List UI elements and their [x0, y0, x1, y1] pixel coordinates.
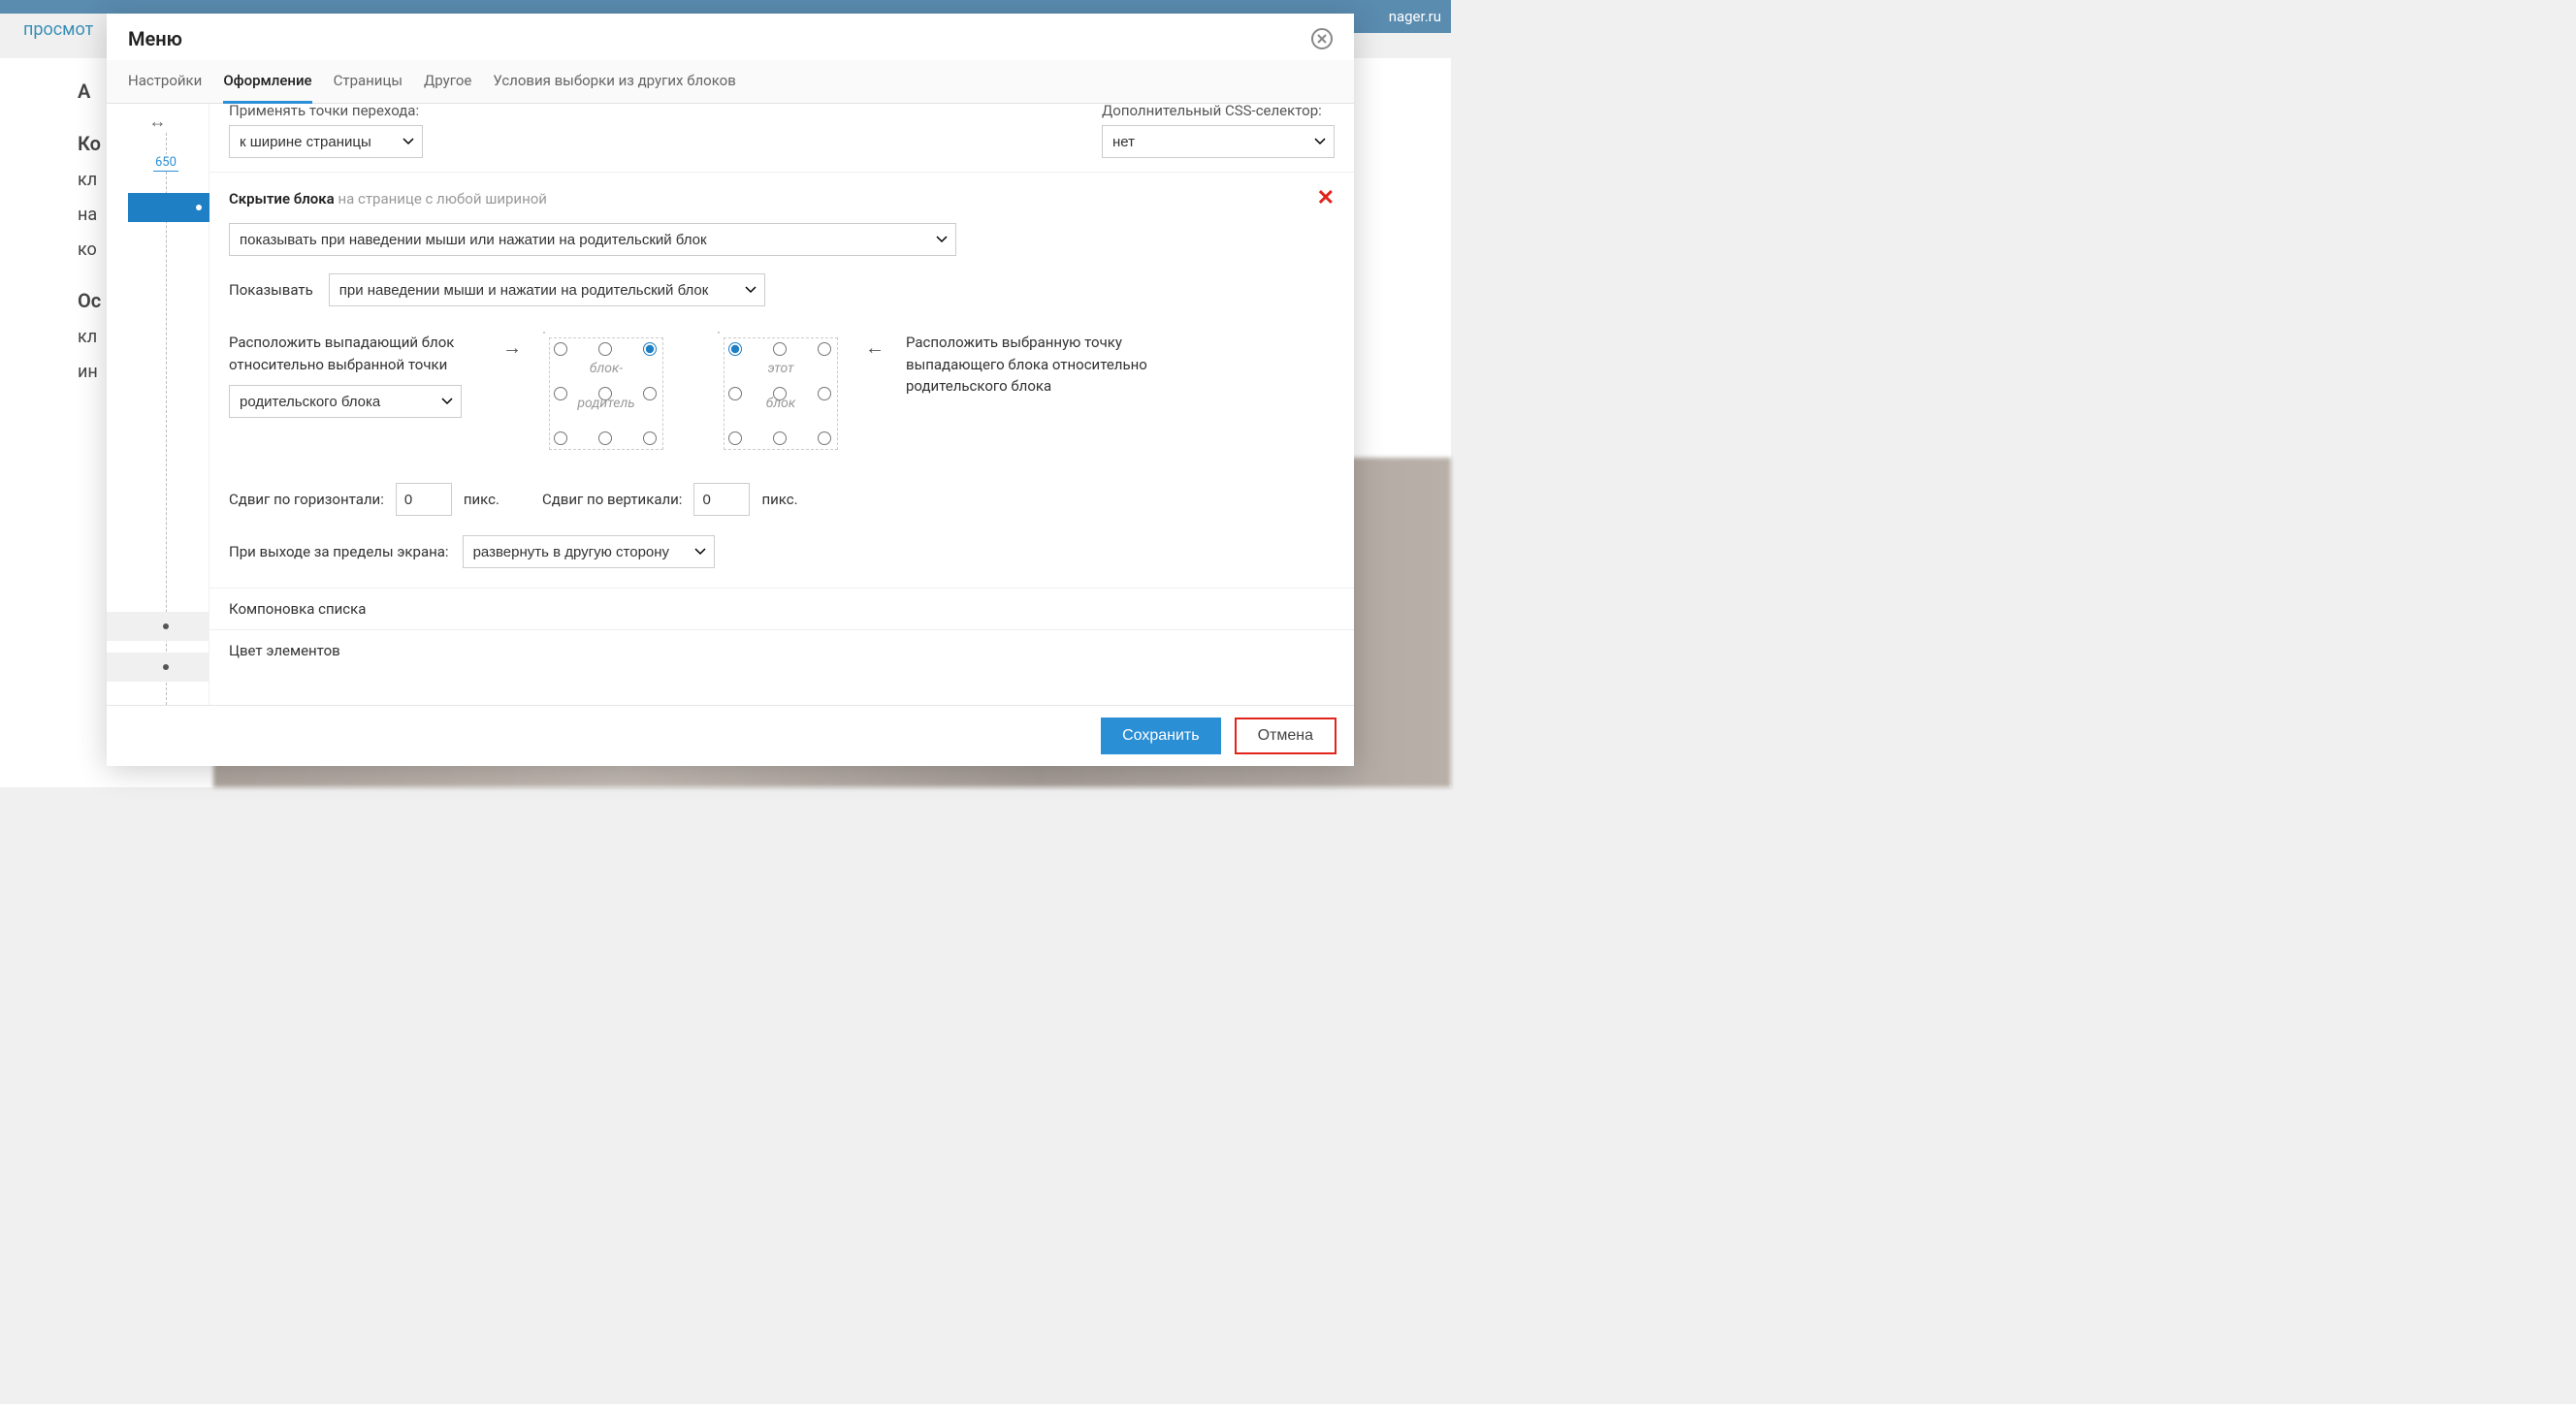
self-anchor-tl[interactable]: [728, 342, 742, 356]
position-right-text: Расположить выбранную точку выпадающего …: [906, 332, 1158, 398]
arrow-right-icon: →: [500, 332, 524, 360]
parent-anchor-mc[interactable]: [598, 387, 612, 400]
parent-anchor-tr[interactable]: [643, 342, 657, 356]
self-anchor-grid: этот блок: [718, 332, 844, 456]
shift-v-suffix: пикс.: [761, 491, 797, 508]
breakpoint-row-colors[interactable]: [107, 653, 209, 682]
parent-anchor-grid: блок- родитель: [543, 332, 669, 456]
self-anchor-bc[interactable]: [773, 431, 787, 445]
breakpoint-active[interactable]: [128, 193, 209, 222]
tab-settings[interactable]: Настройки: [128, 60, 202, 103]
shift-h-suffix: пикс.: [464, 491, 499, 508]
breakpoint-width-icon: ↔: [107, 112, 209, 132]
background-top-right-text: nager.ru: [1344, 0, 1451, 33]
arrow-left-icon: ←: [863, 332, 886, 360]
dialog-header: Меню: [107, 14, 1354, 60]
dialog-title: Меню: [128, 27, 182, 50]
position-row: Расположить выпадающий блок относительно…: [229, 332, 1335, 456]
parent-anchor-br[interactable]: [643, 431, 657, 445]
overflow-select[interactable]: развернуть в другую сторону: [463, 535, 715, 568]
parent-anchor-mr[interactable]: [643, 387, 657, 400]
apply-breakpoints-label: Применять точки перехода:: [229, 104, 423, 119]
show-trigger-row: Показывать при наведении мыши и нажатии …: [229, 273, 1335, 306]
dialog-footer: Сохранить Отмена: [107, 705, 1354, 766]
breakpoint-row-list-layout[interactable]: [107, 612, 209, 641]
dialog-body: ↔ 650 Применять точки перехода: к ширине…: [107, 104, 1354, 705]
css-selector-group: Дополнительный CSS-селектор: нет: [1102, 104, 1335, 158]
apply-breakpoints-select[interactable]: к ширине страницы: [229, 125, 423, 158]
self-anchor-tc[interactable]: [773, 342, 787, 356]
tab-pages[interactable]: Страницы: [334, 60, 402, 103]
cancel-button[interactable]: Отмена: [1235, 718, 1336, 754]
tabs: Настройки Оформление Страницы Другое Усл…: [107, 60, 1354, 104]
remove-section-button[interactable]: ✕: [1317, 188, 1335, 209]
close-icon: [1317, 34, 1327, 44]
tab-design[interactable]: Оформление: [223, 60, 311, 104]
self-anchor-bl[interactable]: [728, 431, 742, 445]
overflow-label: При выходе за пределы экрана:: [229, 543, 449, 560]
close-button[interactable]: [1311, 28, 1333, 49]
css-selector-label: Дополнительный CSS-селектор:: [1102, 104, 1335, 119]
breakpoints-column: ↔ 650: [107, 104, 209, 705]
shift-row: Сдвиг по горизонтали: пикс. Сдвиг по вер…: [229, 483, 1335, 516]
position-left-text: Расположить выпадающий блок относительно…: [229, 332, 481, 418]
overflow-row: При выходе за пределы экрана: развернуть…: [229, 535, 1335, 568]
self-anchor-ml[interactable]: [728, 387, 742, 400]
position-relative-select[interactable]: родительского блока: [229, 385, 462, 418]
self-anchor-br[interactable]: [818, 431, 831, 445]
show-trigger-select[interactable]: при наведении мыши и нажатии на родитель…: [329, 273, 765, 306]
section-element-colors[interactable]: Цвет элементов: [209, 629, 1354, 671]
apply-breakpoints-group: Применять точки перехода: к ширине стран…: [229, 104, 423, 158]
parent-anchor-ml[interactable]: [554, 387, 567, 400]
section-list-layout[interactable]: Компоновка списка: [209, 588, 1354, 629]
shift-v-input[interactable]: [693, 483, 750, 516]
hide-mode-select[interactable]: показывать при наведении мыши или нажати…: [229, 223, 956, 256]
shift-h-label: Сдвиг по горизонтали:: [229, 491, 384, 508]
background-preview-link: просмот: [23, 19, 93, 40]
hide-block-title: Скрытие блока на странице с любой ширино…: [229, 190, 547, 207]
parent-anchor-tc[interactable]: [598, 342, 612, 356]
tab-other[interactable]: Другое: [424, 60, 471, 103]
parent-anchor-tl[interactable]: [554, 342, 567, 356]
top-row: Применять точки перехода: к ширине стран…: [209, 104, 1354, 172]
breakpoint-value[interactable]: 650: [153, 154, 178, 172]
self-anchor-tr[interactable]: [818, 342, 831, 356]
self-anchor-mc[interactable]: [773, 387, 787, 400]
dialog: Меню Настройки Оформление Страницы Друго…: [107, 14, 1354, 766]
hide-block-section: Скрытие блока на странице с любой ширино…: [209, 173, 1354, 588]
self-anchor-mr[interactable]: [818, 387, 831, 400]
shift-h-input[interactable]: [396, 483, 452, 516]
show-trigger-label: Показывать: [229, 281, 313, 299]
background-top-bar: [0, 0, 1451, 14]
parent-anchor-bc[interactable]: [598, 431, 612, 445]
css-selector-select[interactable]: нет: [1102, 125, 1335, 158]
shift-v-label: Сдвиг по вертикали:: [542, 491, 682, 508]
tab-conditions[interactable]: Условия выборки из других блоков: [493, 60, 735, 103]
parent-anchor-bl[interactable]: [554, 431, 567, 445]
content-column: Применять точки перехода: к ширине стран…: [209, 104, 1354, 705]
save-button[interactable]: Сохранить: [1101, 718, 1221, 754]
